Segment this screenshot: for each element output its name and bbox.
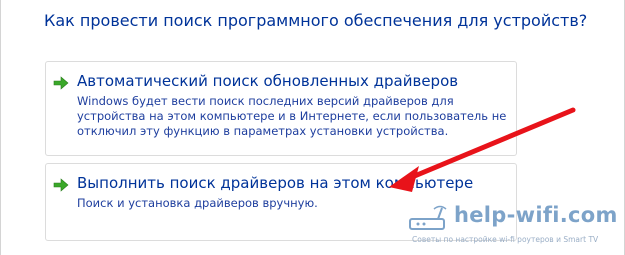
watermark: help-wifi.com Советы по настройке wi-fi … xyxy=(408,203,618,251)
dialog-question: Как провести поиск программного обеспече… xyxy=(44,11,588,30)
watermark-tagline: Советы по настройке wi-fi роутеров и Sma… xyxy=(412,235,599,244)
watermark-site: help-wifi.com xyxy=(454,203,618,227)
green-arrow-icon xyxy=(53,178,69,192)
router-icon xyxy=(409,205,447,230)
option-auto-search-description: Windows будет вести поиск последних верс… xyxy=(77,94,507,138)
option-auto-search[interactable]: Автоматический поиск обновленных драйвер… xyxy=(45,61,517,156)
driver-search-dialog: Как провести поиск программного обеспече… xyxy=(0,0,625,255)
option-manual-search-title: Выполнить поиск драйверов на этом компью… xyxy=(77,174,474,192)
green-arrow-icon xyxy=(53,76,69,90)
option-auto-search-title: Автоматический поиск обновленных драйвер… xyxy=(77,72,459,90)
